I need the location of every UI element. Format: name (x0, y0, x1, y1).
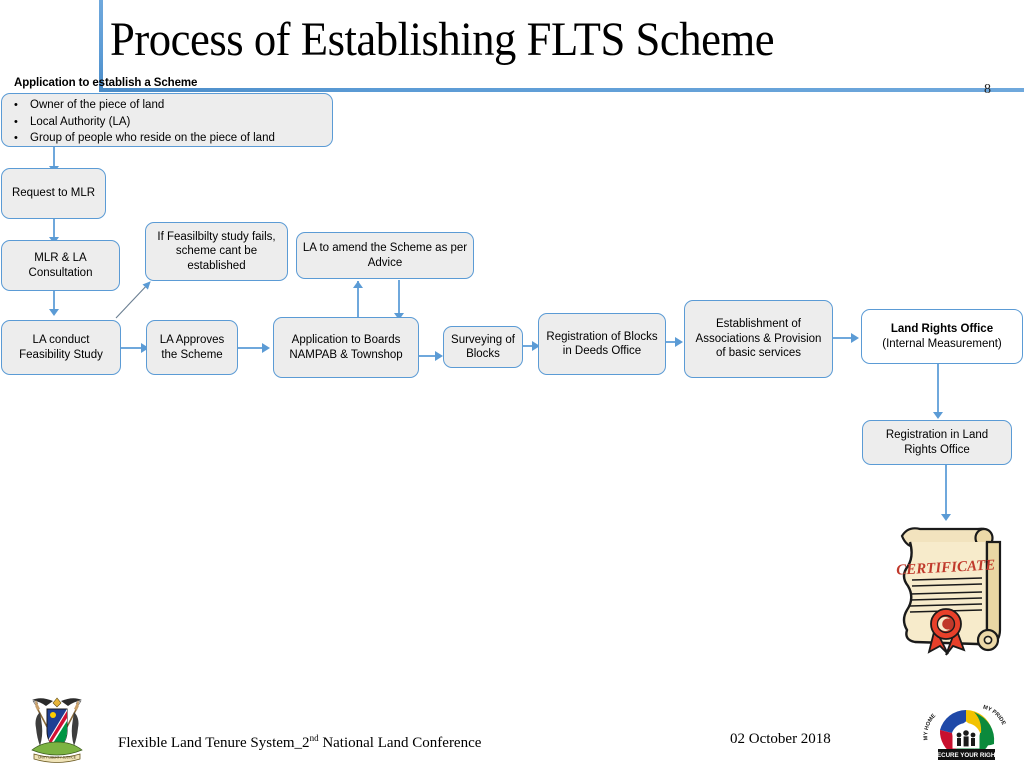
footer-conference-label: Flexible Land Tenure System_2nd National… (118, 733, 481, 752)
arrow-down-icon (933, 412, 943, 419)
section-heading: Application to establish a Scheme (14, 77, 198, 89)
flow-box-request-mlr[interactable]: Request to MLR (1, 168, 106, 219)
logo-banner-text: SECURE YOUR RIGHT. (933, 752, 1001, 759)
arrow-right-icon (262, 343, 270, 353)
applicants-list-box: Owner of the piece of land Local Authori… (1, 93, 333, 147)
list-item: Local Authority (LA) (14, 114, 332, 131)
arrow-right-icon (675, 337, 683, 347)
flow-box-la-conduct-feasibility[interactable]: LA conduct Feasibility Study (1, 320, 121, 375)
flow-box-surveying-blocks[interactable]: Surveying of Blocks (443, 326, 523, 368)
flow-box-land-rights-office[interactable]: Land Rights Office (Internal Measurement… (861, 309, 1023, 364)
secure-your-right-logo: MY HOME MY PRIDE SECURE YOUR RIGHT. (923, 705, 1006, 760)
list-item: Group of people who reside on the piece … (14, 130, 332, 147)
flow-box-application-boards[interactable]: Application to Boards NAMPAB & Townshop (273, 317, 419, 378)
footer-conference-text: Flexible Land Tenure System_2 (118, 735, 310, 751)
flow-box-la-approves[interactable]: LA Approves the Scheme (146, 320, 238, 375)
flow-box-la-amend[interactable]: LA to amend the Scheme as per Advice (296, 232, 474, 279)
arrow-up-icon (353, 281, 363, 288)
arrow-right-icon (851, 333, 859, 343)
connector-line (53, 147, 55, 168)
connector-line (945, 465, 947, 517)
svg-text:UNITY LIBERTY JUSTICE: UNITY LIBERTY JUSTICE (38, 756, 76, 760)
footer-conference-rest: National Land Conference (318, 735, 482, 751)
certificate-illustration: CERTIFICATE (896, 527, 1002, 656)
list-item: Owner of the piece of land (14, 97, 332, 114)
slide-number: 8 (984, 82, 991, 97)
namibia-coat-of-arms-logo: UNITY LIBERTY JUSTICE (31, 697, 83, 763)
connector-line (937, 363, 939, 415)
title-accent-horizontal-line (99, 88, 1024, 92)
land-rights-office-title: Land Rights Office (890, 323, 994, 335)
land-rights-office-subtitle: (Internal Measurement) (882, 337, 1002, 350)
footer-date: 02 October 2018 (730, 731, 831, 747)
arrow-down-icon (49, 309, 59, 316)
footer-ordinal-suffix: nd (309, 733, 319, 743)
flow-box-registration-land-rights-office[interactable]: Registration in Land Rights Office (862, 420, 1012, 465)
page-title: Process of Establishing FLTS Scheme (110, 13, 775, 66)
flow-box-registration-deeds[interactable]: Registration of Blocks in Deeds Office (538, 313, 666, 375)
flow-box-establishment-associations[interactable]: Establishment of Associations & Provisio… (684, 300, 833, 378)
flow-box-feasibility-fails[interactable]: If Feasilbilty study fails, scheme cant … (145, 222, 288, 281)
connector-line (53, 219, 55, 239)
logo-motto-left: MY HOME (923, 713, 937, 741)
arrow-right-icon (435, 351, 443, 361)
applicants-list: Owner of the piece of land Local Authori… (12, 97, 332, 147)
flow-box-mlr-la-consultation[interactable]: MLR & LA Consultation (1, 240, 120, 291)
connector-line (53, 291, 55, 311)
svg-text:MY HOME: MY HOME (923, 713, 937, 741)
